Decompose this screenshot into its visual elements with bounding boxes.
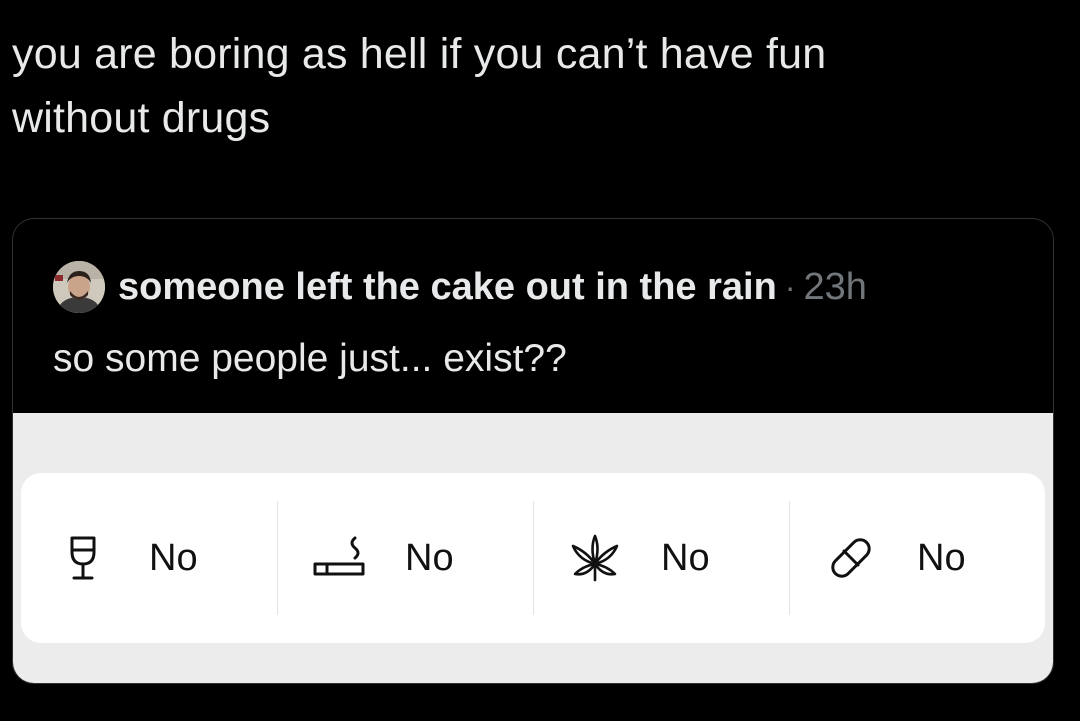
avatar[interactable]	[53, 261, 105, 313]
habit-smoking: No	[277, 473, 533, 643]
habit-weed-value: No	[661, 536, 710, 579]
pill-icon	[831, 538, 871, 578]
wine-glass-icon	[70, 536, 96, 580]
quoted-post-image[interactable]: No No No No	[13, 413, 1053, 683]
quoted-post-text: so some people just... exist??	[53, 337, 567, 380]
habit-weed: No	[533, 473, 789, 643]
habit-drinking: No	[21, 473, 277, 643]
cigarette-icon	[313, 536, 365, 576]
habit-drinking-value: No	[149, 536, 198, 579]
quoted-post-header: someone left the cake out in the rain · …	[53, 259, 867, 315]
tweet-text-line-1: you are boring as hell if you can’t have…	[12, 30, 827, 78]
quoted-post-author[interactable]: someone left the cake out in the rain	[118, 266, 777, 309]
quoted-post-timestamp[interactable]: 23h	[803, 266, 866, 309]
habits-panel: No No No No	[21, 473, 1045, 643]
tweet-text: you are boring as hell if you can’t have…	[12, 22, 1052, 150]
cannabis-leaf-icon	[571, 534, 619, 582]
tweet-text-line-2: without drugs	[12, 94, 271, 142]
habit-drugs: No	[789, 473, 1045, 643]
habit-drugs-value: No	[917, 536, 966, 579]
quoted-post-card[interactable]: someone left the cake out in the rain · …	[12, 218, 1054, 684]
separator-dot: ·	[784, 268, 796, 305]
habit-smoking-value: No	[405, 536, 454, 579]
